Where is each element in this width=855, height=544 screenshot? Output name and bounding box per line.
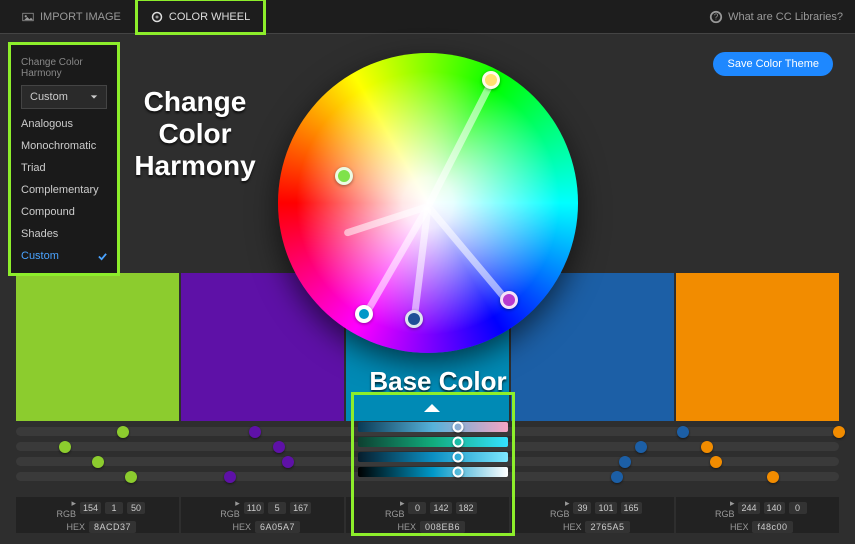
hex-label: HEX — [59, 522, 85, 532]
rgb-value[interactable]: 142 — [430, 502, 451, 514]
svg-text:?: ? — [714, 12, 719, 21]
slider-dot[interactable] — [273, 441, 285, 453]
import-icon — [22, 11, 34, 23]
overlay-base-color: Base Color — [363, 367, 513, 397]
color-wheel[interactable] — [278, 53, 578, 353]
base-gradient-row[interactable] — [358, 437, 508, 447]
value-strip: ▸ RGB 154 1 50 HEX 8ACD37 ▸ RGB 110 5 167 HEX 6A05… — [16, 497, 839, 533]
rgb-value[interactable]: 165 — [621, 502, 642, 514]
slider-dot[interactable] — [224, 471, 236, 483]
gradient-handle[interactable] — [453, 452, 464, 463]
rgb-value[interactable]: 39 — [573, 502, 591, 514]
harmony-opt-shades[interactable]: Shades — [11, 223, 117, 245]
wheel-icon — [151, 11, 163, 23]
harmony-opt-analogous[interactable]: Analogous — [11, 113, 117, 135]
slider-dot[interactable] — [92, 456, 104, 468]
hex-label: HEX — [722, 522, 748, 532]
rgb-label: ▸ RGB — [543, 498, 569, 519]
hex-value[interactable]: 8ACD37 — [89, 521, 136, 533]
wheel-handle[interactable] — [355, 305, 373, 323]
rgb-value[interactable]: 154 — [80, 502, 101, 514]
slider-dot[interactable] — [611, 471, 623, 483]
chevron-down-icon — [90, 93, 98, 101]
base-color-arrow-icon — [424, 404, 440, 412]
value-cell: ▸ RGB 244 140 0 HEX f48c00 — [676, 497, 839, 533]
slider-dot[interactable] — [767, 471, 779, 483]
rgb-label: ▸ RGB — [214, 498, 240, 519]
base-gradient-row[interactable] — [358, 467, 508, 477]
value-cell: ▸ RGB 154 1 50 HEX 8ACD37 — [16, 497, 179, 533]
harmony-panel: Change Color Harmony Custom Analogous Mo… — [10, 44, 118, 274]
save-color-theme-button[interactable]: Save Color Theme — [713, 52, 833, 76]
slider-dot[interactable] — [833, 426, 845, 438]
overlay-change-harmony: Change Color Harmony — [130, 86, 260, 183]
tab-color-wheel[interactable]: COLOR WHEEL — [137, 0, 264, 33]
harmony-opt-complementary[interactable]: Complementary — [11, 179, 117, 201]
hex-label: HEX — [390, 522, 416, 532]
rgb-label: ▸ RGB — [378, 498, 404, 519]
wheel-handle[interactable] — [500, 291, 518, 309]
harmony-opt-custom[interactable]: Custom — [11, 245, 117, 267]
slider-dot[interactable] — [125, 471, 137, 483]
rgb-value[interactable]: 50 — [127, 502, 145, 514]
hex-value[interactable]: 6A05A7 — [255, 521, 300, 533]
harmony-select[interactable]: Custom — [21, 85, 107, 109]
check-icon — [98, 252, 107, 261]
swatch-1[interactable] — [16, 273, 179, 421]
rgb-value[interactable]: 1 — [105, 502, 123, 514]
rgb-value[interactable]: 101 — [595, 502, 616, 514]
rgb-value[interactable]: 110 — [244, 502, 264, 514]
slider-dot[interactable] — [710, 456, 722, 468]
rgb-value[interactable]: 5 — [268, 502, 286, 514]
rgb-value[interactable]: 167 — [290, 502, 311, 514]
value-cell: ▸ RGB 110 5 167 HEX 6A05A7 — [181, 497, 344, 533]
slider-dot[interactable] — [282, 456, 294, 468]
tab-import-image[interactable]: IMPORT IMAGE — [12, 0, 131, 33]
rgb-value[interactable]: 0 — [408, 502, 426, 514]
harmony-opt-triad[interactable]: Triad — [11, 157, 117, 179]
slider-dot[interactable] — [249, 426, 261, 438]
wheel-handle[interactable] — [405, 310, 423, 328]
slider-dot[interactable] — [701, 441, 713, 453]
hex-value[interactable]: f48c00 — [752, 521, 792, 533]
value-cell: ▸ RGB 0 142 182 HEX 008EB6 — [346, 497, 509, 533]
help-icon: ? — [709, 10, 723, 24]
rgb-value[interactable]: 140 — [764, 502, 785, 514]
hex-value[interactable]: 2765A5 — [585, 521, 629, 533]
harmony-opt-compound[interactable]: Compound — [11, 201, 117, 223]
wheel-handle[interactable] — [482, 71, 500, 89]
rgb-label: ▸ RGB — [50, 498, 76, 519]
swatch-5[interactable] — [676, 273, 839, 421]
slider-dot[interactable] — [117, 426, 129, 438]
slider-dot[interactable] — [677, 426, 689, 438]
topbar: IMPORT IMAGE COLOR WHEEL ? What are CC L… — [0, 0, 855, 34]
hex-label: HEX — [225, 522, 251, 532]
tab-label: COLOR WHEEL — [169, 11, 250, 23]
rgb-value[interactable]: 244 — [738, 502, 759, 514]
harmony-opt-monochromatic[interactable]: Monochromatic — [11, 135, 117, 157]
hex-label: HEX — [555, 522, 581, 532]
tab-label: IMPORT IMAGE — [40, 11, 121, 23]
slider-dot[interactable] — [619, 456, 631, 468]
base-gradient-row[interactable] — [358, 422, 508, 432]
value-cell: ▸ RGB 39 101 165 HEX 2765A5 — [511, 497, 674, 533]
rgb-label: ▸ RGB — [708, 498, 734, 519]
harmony-title: Change Color Harmony — [11, 51, 117, 85]
gradient-handle[interactable] — [453, 422, 464, 433]
base-gradient-row[interactable] — [358, 452, 508, 462]
rgb-value[interactable]: 0 — [789, 502, 807, 514]
wheel-handle[interactable] — [335, 167, 353, 185]
rgb-value[interactable]: 182 — [456, 502, 477, 514]
gradient-handle[interactable] — [453, 467, 464, 478]
gradient-handle[interactable] — [453, 437, 464, 448]
slider-dot[interactable] — [59, 441, 71, 453]
slider-dot[interactable] — [635, 441, 647, 453]
hex-value[interactable]: 008EB6 — [420, 521, 465, 533]
cc-libraries-help[interactable]: ? What are CC Libraries? — [709, 10, 843, 24]
